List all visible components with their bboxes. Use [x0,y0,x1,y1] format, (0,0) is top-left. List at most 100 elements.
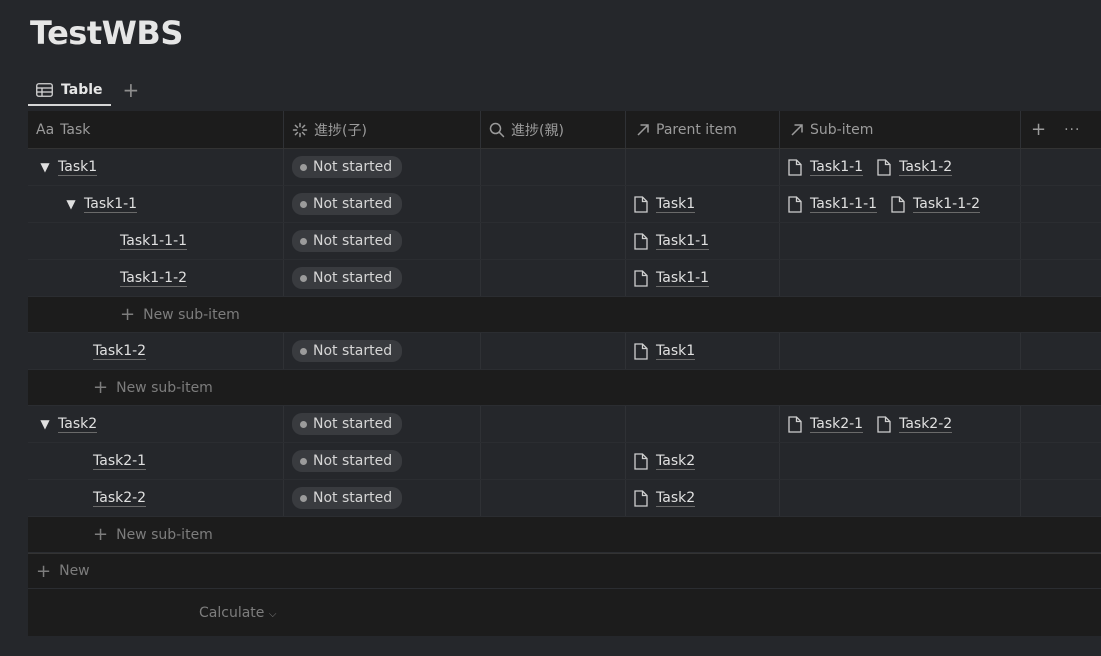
parent-item-cell[interactable]: Task1 [626,333,780,369]
relation-link[interactable]: Task1-1 [788,159,864,176]
parent-item-cell[interactable] [626,406,780,442]
task-title[interactable]: Task1-1-1 [120,233,188,250]
relation-link-label: Task1-1 [656,269,710,287]
calculate-row: Calculate ⌵ [28,589,1101,636]
relation-link-label: Task1-1-1 [810,195,878,213]
relation-link[interactable]: Task1-2 [877,159,953,176]
parent-item-cell[interactable] [626,149,780,185]
column-header-parent-item[interactable]: Parent item [626,111,780,148]
column-header-sub-item[interactable]: Sub-item [780,111,1021,148]
table-row[interactable]: ▼ Task1 Not started Task1-1 Task1-2 [28,149,1101,186]
column-header-parent-progress[interactable]: 進捗(親) [481,111,626,148]
expand-toggle-icon[interactable]: ▼ [58,197,84,211]
sub-item-cell[interactable]: Task1-1-1 Task1-1-2 [780,186,1021,222]
sub-item-cell[interactable] [780,223,1021,259]
child-progress-cell[interactable]: Not started [284,186,481,222]
relation-link[interactable]: Task2 [634,452,696,470]
task-title[interactable]: Task2 [58,416,98,433]
add-view-button[interactable]: + [123,76,140,104]
relation-link[interactable]: Task1-1-2 [891,196,981,213]
status-label: Not started [313,490,393,506]
parent-progress-cell[interactable] [481,186,626,222]
new-sub-item-button[interactable]: + New sub-item [28,517,1101,553]
plus-icon: + [120,304,136,325]
table-header: Aa Task 進捗(子) 進捗(親) Parent item Sub-item… [28,111,1101,149]
more-options-button[interactable]: ··· [1064,122,1080,138]
column-header-task[interactable]: Aa Task [28,111,284,148]
child-progress-cell[interactable]: Not started [284,149,481,185]
task-cell[interactable]: ▼ Task2 [28,406,284,442]
tab-table[interactable]: Table [28,76,111,106]
child-progress-cell[interactable]: Not started [284,260,481,296]
task-title[interactable]: Task2-1 [93,453,147,470]
new-sub-item-button[interactable]: + New sub-item [28,370,1101,406]
table-row[interactable]: Task1-1-2 Not started Task1-1 [28,260,1101,297]
parent-item-cell[interactable]: Task1 [626,186,780,222]
parent-progress-cell[interactable] [481,260,626,296]
sub-item-cell[interactable]: Task1-1 Task1-2 [780,149,1021,185]
parent-progress-cell[interactable] [481,443,626,479]
task-title[interactable]: Task1-1-2 [120,270,188,287]
parent-progress-cell[interactable] [481,333,626,369]
parent-item-cell[interactable]: Task1-1 [626,260,780,296]
task-cell[interactable]: Task1-1-1 [28,223,284,259]
parent-progress-cell[interactable] [481,223,626,259]
calculate-button[interactable]: Calculate ⌵ [199,605,276,621]
relation-link[interactable]: Task1-1 [634,233,710,250]
relation-link[interactable]: Task2-1 [788,416,864,433]
task-cell[interactable]: Task2-2 [28,480,284,516]
relation-link[interactable]: Task1 [634,196,696,213]
expand-toggle-icon[interactable]: ▼ [32,417,58,431]
task-title[interactable]: Task2-2 [93,490,147,507]
add-property-button[interactable]: + [1031,119,1046,140]
parent-item-cell[interactable]: Task1-1 [626,223,780,259]
parent-progress-cell[interactable] [481,149,626,185]
sub-item-cell[interactable]: Task2-1 Task2-2 [780,406,1021,442]
sub-item-cell[interactable] [780,260,1021,296]
child-progress-cell[interactable]: Not started [284,223,481,259]
task-title[interactable]: Task1 [58,159,98,176]
table-row[interactable]: Task2-2 Not started Task2 [28,480,1101,517]
child-progress-cell[interactable]: Not started [284,333,481,369]
table-row[interactable]: Task1-2 Not started Task1 [28,333,1101,370]
view-tabs: Table + [28,76,139,110]
status-label: Not started [313,233,393,249]
parent-progress-cell[interactable] [481,480,626,516]
sub-item-cell[interactable] [780,333,1021,369]
relation-link[interactable]: Task1-1-1 [788,195,878,213]
parent-item-cell[interactable]: Task2 [626,480,780,516]
task-cell[interactable]: ▼ Task1-1 [28,186,284,222]
page-icon [634,452,648,470]
task-title[interactable]: Task1-1 [84,196,138,213]
new-row-button[interactable]: + New [28,553,1101,589]
sub-item-cell[interactable] [780,480,1021,516]
task-cell[interactable]: Task1-2 [28,333,284,369]
sub-item-cell[interactable] [780,443,1021,479]
table-row[interactable]: ▼ Task1-1 Not started Task1 Task1-1-1 Ta… [28,186,1101,223]
column-header-task-label: Task [60,121,91,138]
task-cell[interactable]: Task1-1-2 [28,260,284,296]
table-row[interactable]: ▼ Task2 Not started Task2-1 Task2-2 [28,406,1101,443]
task-title[interactable]: Task1-2 [93,343,147,360]
child-progress-cell[interactable]: Not started [284,443,481,479]
task-cell[interactable]: Task2-1 [28,443,284,479]
task-cell[interactable]: ▼ Task1 [28,149,284,185]
new-sub-item-button[interactable]: + New sub-item [28,297,1101,333]
column-header-child-progress[interactable]: 進捗(子) [284,111,481,148]
child-progress-cell[interactable]: Not started [284,406,481,442]
relation-link[interactable]: Task1-1 [634,269,710,287]
parent-item-cell[interactable]: Task2 [626,443,780,479]
expand-toggle-icon[interactable]: ▼ [32,160,58,174]
relation-link[interactable]: Task2 [634,490,696,507]
plus-icon: + [36,560,52,582]
table-row[interactable]: Task1-1-1 Not started Task1-1 [28,223,1101,260]
relation-link[interactable]: Task2-2 [877,416,953,433]
plus-icon: + [93,524,109,545]
relation-link[interactable]: Task1 [634,343,696,360]
empty-cell [1021,333,1101,369]
child-progress-cell[interactable]: Not started [284,480,481,516]
column-header-parent-item-label: Parent item [656,121,737,138]
status-badge: Not started [292,230,403,252]
table-row[interactable]: Task2-1 Not started Task2 [28,443,1101,480]
parent-progress-cell[interactable] [481,406,626,442]
